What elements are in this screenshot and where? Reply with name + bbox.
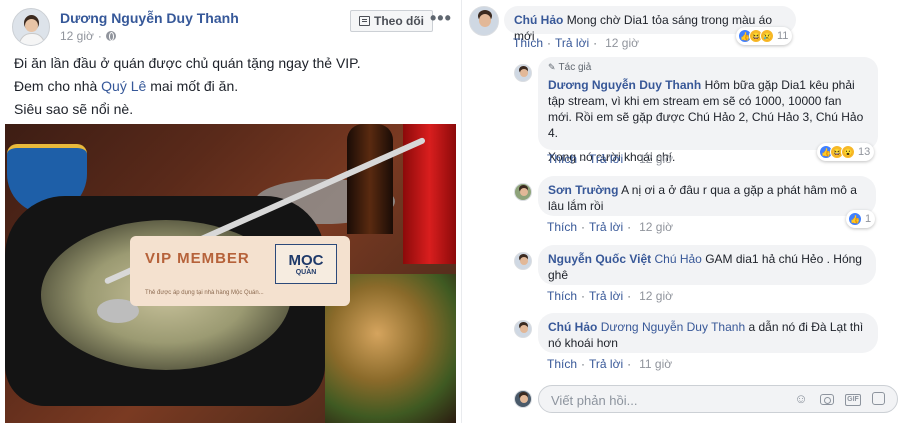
commenter-avatar[interactable] xyxy=(514,64,532,82)
mentioned-user-link[interactable]: Chú Hảo xyxy=(654,252,701,266)
post-text: Đi ăn lần đầu ở quán được chủ quán tặng … xyxy=(14,52,444,121)
comment-time[interactable]: 11 giờ xyxy=(639,357,672,371)
like-comment-link[interactable]: Thích xyxy=(547,152,577,166)
post-line-1: Đi ăn lần đầu ở quán được chủ quán tặng … xyxy=(14,55,361,71)
reply-comment-link[interactable]: Trả lời xyxy=(589,220,623,234)
sad-icon: 😢 xyxy=(760,29,774,43)
comment-time[interactable]: 12 giờ xyxy=(639,289,673,303)
post-author-avatar[interactable] xyxy=(12,8,50,46)
comment-author[interactable]: Nguyễn Quốc Việt xyxy=(548,252,651,266)
wow-icon: 😮 xyxy=(841,145,855,159)
restaurant-logo: MỌC QUÁN xyxy=(275,244,337,284)
commenter-avatar[interactable] xyxy=(514,183,532,201)
like-comment-link[interactable]: Thích xyxy=(547,357,577,371)
post-meta: 12 giờ · xyxy=(60,29,116,43)
commenter-avatar[interactable] xyxy=(514,252,532,270)
post-time[interactable]: 12 giờ xyxy=(60,29,94,43)
reaction-summary[interactable]: 👍 😆 😮 13 xyxy=(817,143,875,161)
reaction-summary[interactable]: 👍 😆 😢 11 xyxy=(736,27,793,45)
post-author-name[interactable]: Dương Nguyễn Duy Thanh xyxy=(60,10,239,26)
post-line-3: Siêu sao sẽ nổi nè. xyxy=(14,101,134,117)
tagged-user-link[interactable]: Quý Lê xyxy=(101,78,146,94)
more-options-icon[interactable]: ••• xyxy=(430,8,452,29)
reply-placeholder: Viết phản hồi... xyxy=(551,393,638,408)
comment-author[interactable]: Sơn Trường xyxy=(548,183,618,197)
pen-icon: ✎ xyxy=(548,62,556,72)
like-comment-link[interactable]: Thích xyxy=(547,220,577,234)
commenter-avatar[interactable] xyxy=(469,6,499,36)
post-card: Dương Nguyễn Duy Thanh 12 giờ · Theo dõi… xyxy=(0,0,461,423)
comment-author[interactable]: Chú Hảo xyxy=(548,320,597,334)
comment-time[interactable]: 12 giờ xyxy=(639,152,673,166)
reply-comment-link[interactable]: Trả lời xyxy=(589,357,623,371)
commenter-avatar[interactable] xyxy=(514,320,532,338)
comment-actions: Thích · Trả lời · 12 giờ xyxy=(547,220,673,234)
comment-author[interactable]: Dương Nguyễn Duy Thanh xyxy=(548,78,701,92)
reply-comment-link[interactable]: Trả lời xyxy=(589,152,623,166)
follow-button[interactable]: Theo dõi xyxy=(350,10,433,32)
like-icon: 👍 xyxy=(848,212,862,226)
author-badge: ✎ Tác giả xyxy=(548,62,592,73)
comment-time[interactable]: 12 giờ xyxy=(639,220,673,234)
emoji-icon[interactable]: ☺ xyxy=(794,392,808,406)
comment-time[interactable]: 12 giờ xyxy=(605,36,639,50)
bottle xyxy=(347,124,393,234)
follow-label: Theo dõi xyxy=(374,14,424,28)
like-comment-link[interactable]: Thích xyxy=(547,289,577,303)
camera-icon[interactable] xyxy=(820,394,834,405)
reaction-summary[interactable]: 👍 1 xyxy=(846,210,876,228)
comment-actions: Thích · Trả lời · 12 giờ xyxy=(513,36,639,50)
comment-bubble: Nguyễn Quốc Việt Chú Hảo GAM dia1 hả chú… xyxy=(538,245,876,285)
comment-bubble: Sơn Trường A nị ơi a ở đâu r qua a gặp a… xyxy=(538,176,876,216)
comment-actions: Thích · Trả lời · 12 giờ xyxy=(547,152,673,166)
mentioned-user-link[interactable]: Dương Nguyễn Duy Thanh xyxy=(601,320,745,334)
globe-icon xyxy=(105,31,116,41)
post-line-2: Đem cho nhà Quý Lê mai mốt đi ăn. xyxy=(14,78,239,94)
reply-comment-link[interactable]: Trả lời xyxy=(589,289,623,303)
follow-icon xyxy=(359,16,370,26)
gif-icon[interactable]: GIF xyxy=(845,394,861,406)
reply-comment-link[interactable]: Trả lời xyxy=(555,36,589,50)
comment-author[interactable]: Chú Hảo xyxy=(514,13,563,27)
like-comment-link[interactable]: Thích xyxy=(513,36,543,50)
vip-card-title: VIP MEMBER xyxy=(145,250,250,267)
comment-bubble: Chú Hảo Dương Nguyễn Duy Thanh a dẫn nó … xyxy=(538,313,878,353)
comment-actions: Thích · Trả lời · 11 giờ xyxy=(547,357,673,371)
vip-card-fineprint: Thẻ được áp dụng tại nhà hàng Mộc Quán..… xyxy=(145,290,264,296)
current-user-avatar[interactable] xyxy=(514,390,532,408)
sticker-icon[interactable] xyxy=(872,392,885,405)
comment-actions: Thích · Trả lời · 12 giờ xyxy=(547,289,673,303)
reply-input[interactable]: Viết phản hồi... ☺ GIF xyxy=(538,385,898,413)
